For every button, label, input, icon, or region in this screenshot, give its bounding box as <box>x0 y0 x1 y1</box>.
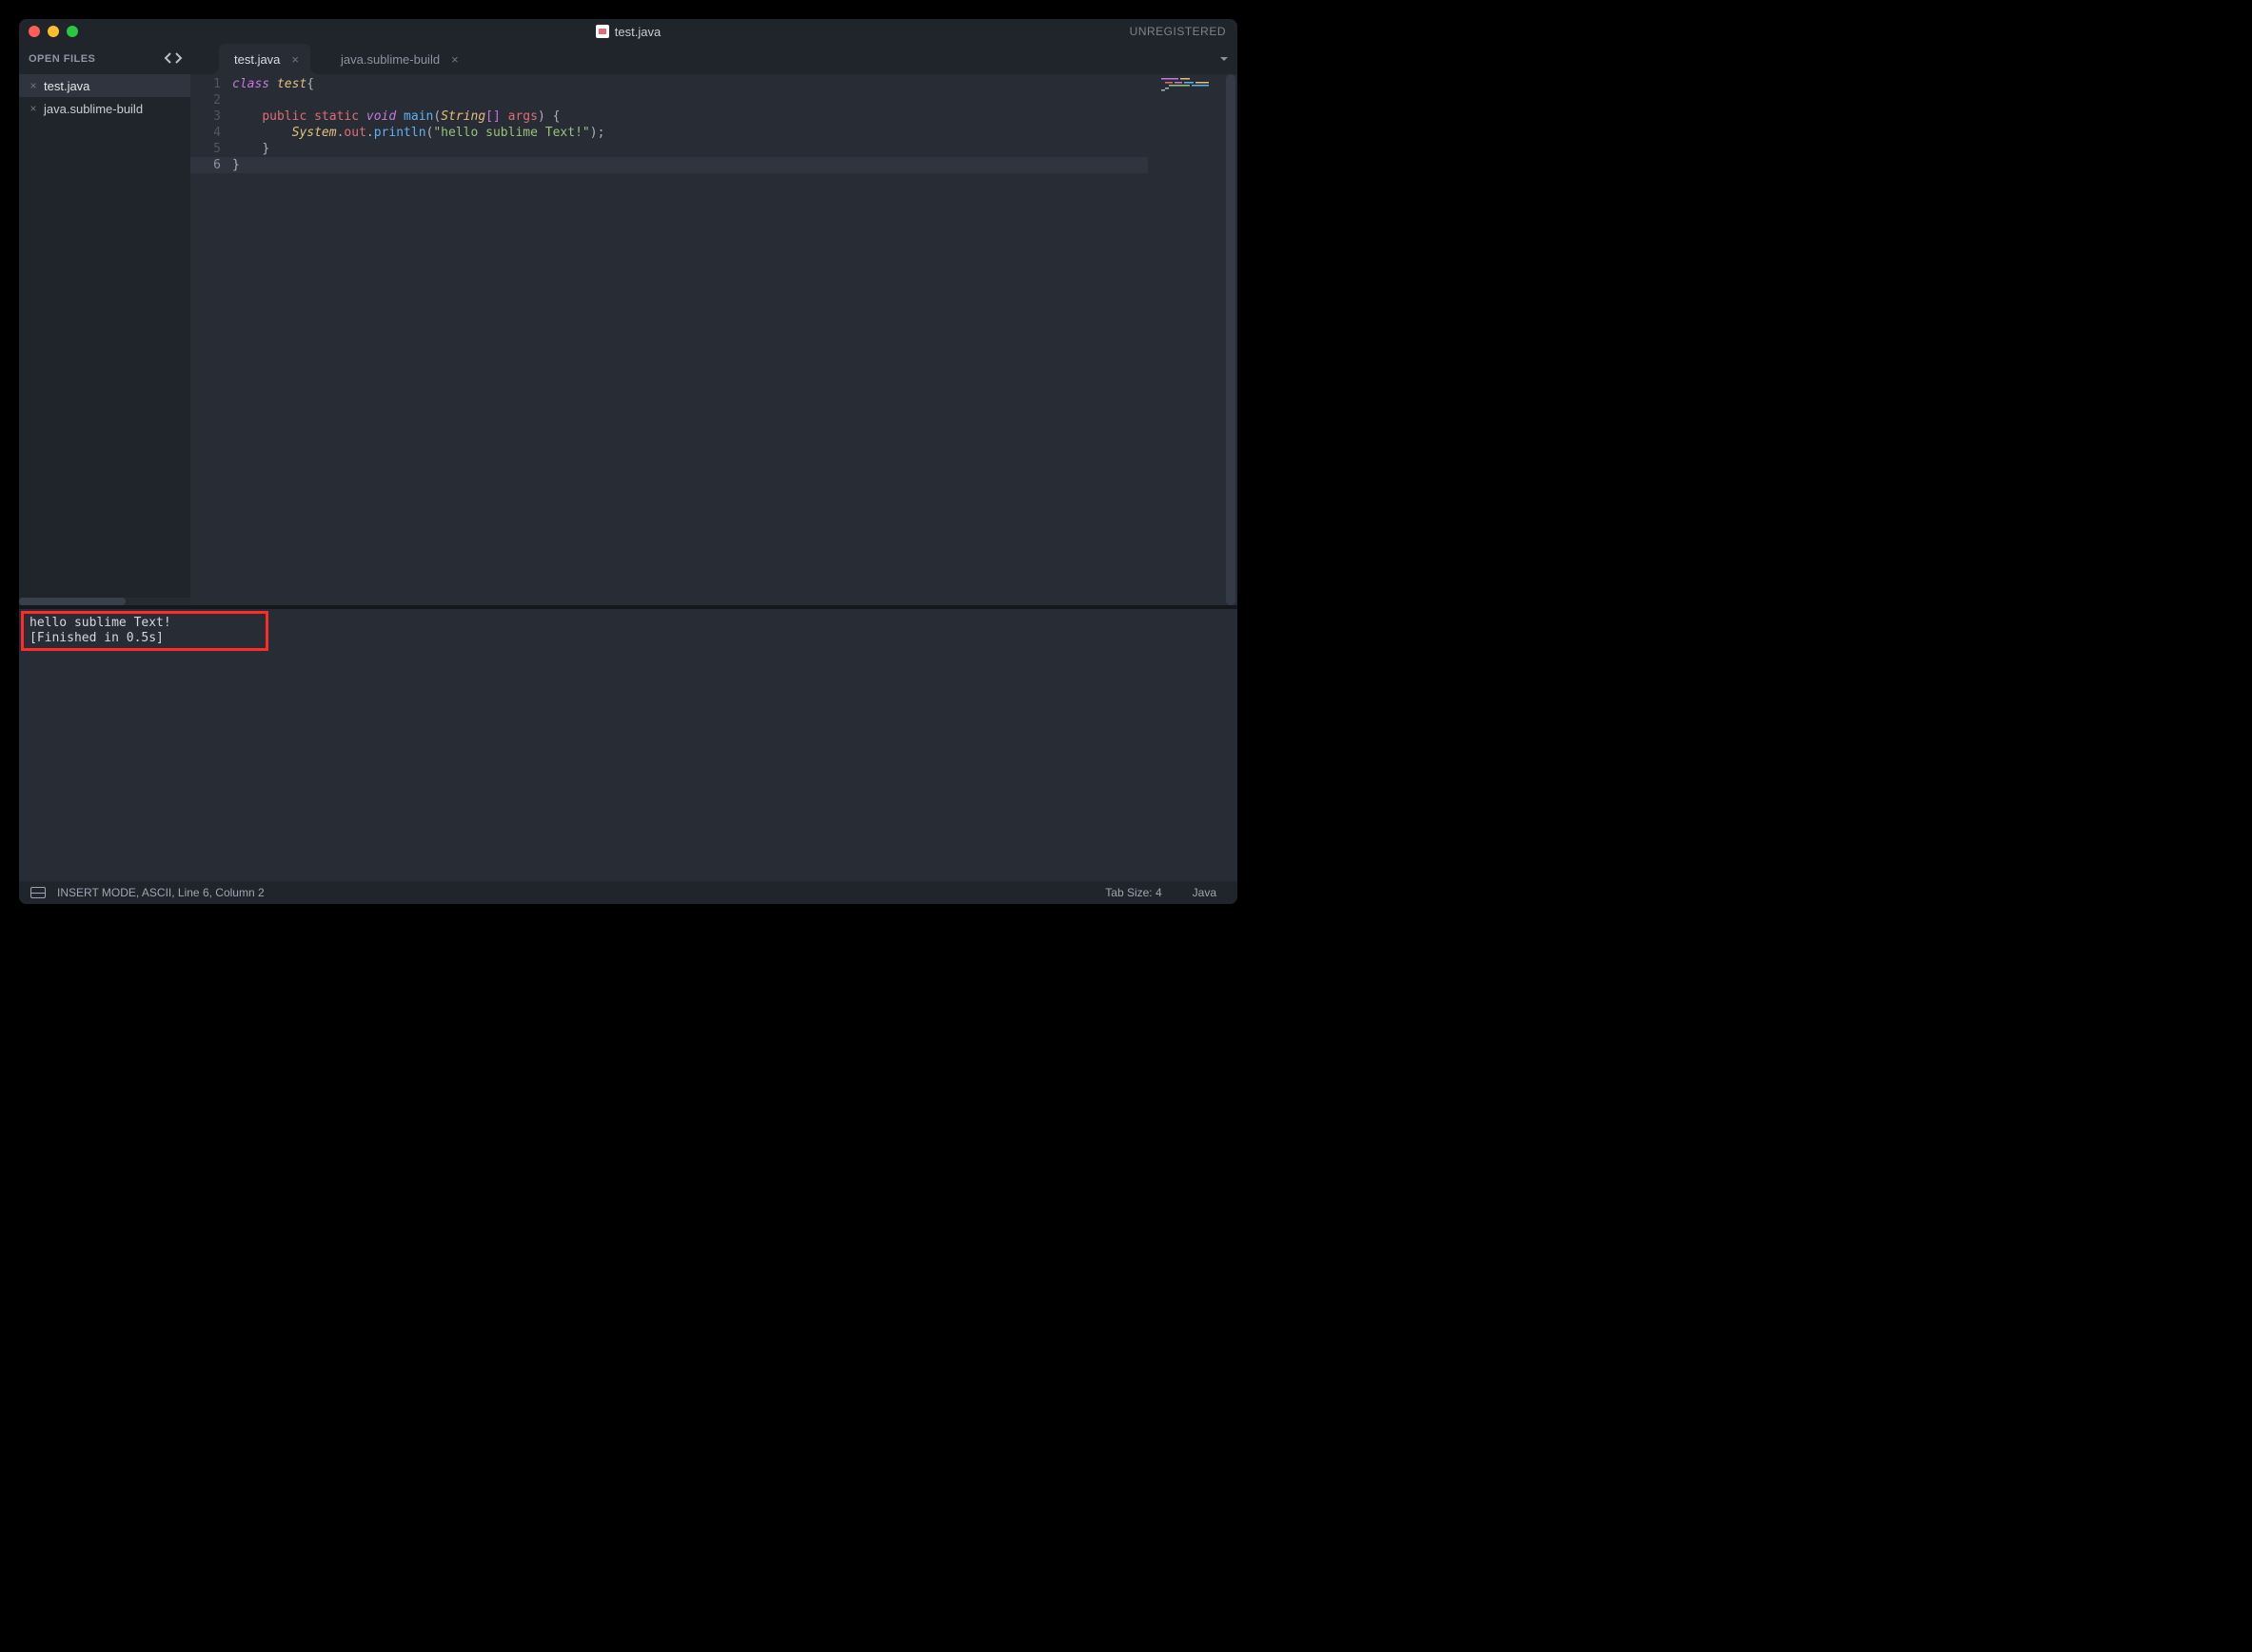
minimize-window-button[interactable] <box>48 26 59 37</box>
field-ref: out <box>344 126 365 140</box>
param-name: args <box>508 109 538 124</box>
keyword-class: class <box>232 77 269 91</box>
scrollbar-thumb[interactable] <box>1226 74 1235 605</box>
minimap-icon <box>1161 78 1218 91</box>
open-file-name: java.sublime-build <box>44 102 143 116</box>
method-call: println <box>374 126 426 140</box>
vertical-scrollbar[interactable] <box>1224 74 1237 605</box>
title-center: test.java <box>19 25 1237 39</box>
panel-toggle-icon[interactable] <box>30 887 46 898</box>
history-nav <box>164 52 183 67</box>
string-literal: "hello sublime Text!" <box>433 126 589 140</box>
brace: } <box>262 142 269 156</box>
open-file-item[interactable]: × test.java <box>19 74 190 97</box>
open-files-label: OPEN FILES <box>29 53 95 65</box>
nav-back-icon[interactable] <box>164 52 173 67</box>
line-number[interactable]: 2 <box>190 92 232 108</box>
minimap[interactable] <box>1148 74 1224 605</box>
window-controls <box>19 26 78 37</box>
close-window-button[interactable] <box>29 26 40 37</box>
line-number[interactable]: 5 <box>190 141 232 157</box>
tab-label: java.sublime-build <box>341 52 440 67</box>
tab-label: test.java <box>234 52 280 67</box>
nav-forward-icon[interactable] <box>173 52 183 67</box>
file-icon <box>596 25 609 38</box>
open-file-item[interactable]: × java.sublime-build <box>19 97 190 120</box>
line-number[interactable]: 1 <box>190 76 232 92</box>
build-output-panel[interactable]: hello sublime Text! [Finished in 0.5s] <box>19 609 1237 881</box>
statusbar: INSERT MODE, ASCII, Line 6, Column 2 Tab… <box>19 881 1237 904</box>
close-file-icon[interactable]: × <box>29 102 38 115</box>
close-tab-icon[interactable]: × <box>291 52 299 67</box>
output-highlight-box: hello sublime Text! [Finished in 0.5s] <box>21 611 268 651</box>
open-file-name: test.java <box>44 79 89 93</box>
editor-body: 1 2 3 4 5 6 class test{ public static vo… <box>190 74 1237 605</box>
maximize-window-button[interactable] <box>67 26 78 37</box>
tabbar: test.java × java.sublime-build × <box>190 44 1237 74</box>
code-area[interactable]: class test{ public static void main(Stri… <box>232 74 1148 605</box>
class-ref: System <box>292 126 337 140</box>
close-tab-icon[interactable]: × <box>451 52 459 67</box>
status-left[interactable]: INSERT MODE, ASCII, Line 6, Column 2 <box>57 886 265 899</box>
gutter: 1 2 3 4 5 6 <box>190 74 232 605</box>
line-number[interactable]: 6 <box>190 157 232 173</box>
line-number[interactable]: 3 <box>190 108 232 125</box>
type-name: String <box>441 109 485 124</box>
keyword-public: public <box>262 109 306 124</box>
unregistered-label: UNREGISTERED <box>1130 25 1237 38</box>
keyword-void: void <box>366 109 396 124</box>
editor-window: test.java UNREGISTERED OPEN FILES <box>19 19 1237 904</box>
scrollbar-thumb[interactable] <box>19 598 126 605</box>
line-number[interactable]: 4 <box>190 125 232 141</box>
titlebar: test.java UNREGISTERED <box>19 19 1237 44</box>
tab-overflow-button[interactable] <box>1211 44 1237 74</box>
function-name: main <box>404 109 433 124</box>
title-filename: test.java <box>615 25 661 39</box>
sidebar-scrollbar[interactable] <box>19 598 190 605</box>
editor: test.java × java.sublime-build × 1 <box>190 44 1237 605</box>
tab-test-java[interactable]: test.java × <box>219 44 310 74</box>
output-line: [Finished in 0.5s] <box>30 631 260 646</box>
sidebar: OPEN FILES × test.java × <box>19 44 190 605</box>
sidebar-header: OPEN FILES <box>19 44 190 74</box>
brace: { <box>306 77 314 91</box>
keyword-static: static <box>314 109 359 124</box>
close-file-icon[interactable]: × <box>29 79 38 92</box>
tab-build-file[interactable]: java.sublime-build × <box>326 44 470 74</box>
class-name: test <box>277 77 306 91</box>
status-language[interactable]: Java <box>1183 886 1226 899</box>
output-line: hello sublime Text! <box>30 616 260 631</box>
brace: } <box>232 158 240 172</box>
status-tabsize[interactable]: Tab Size: 4 <box>1096 886 1171 899</box>
